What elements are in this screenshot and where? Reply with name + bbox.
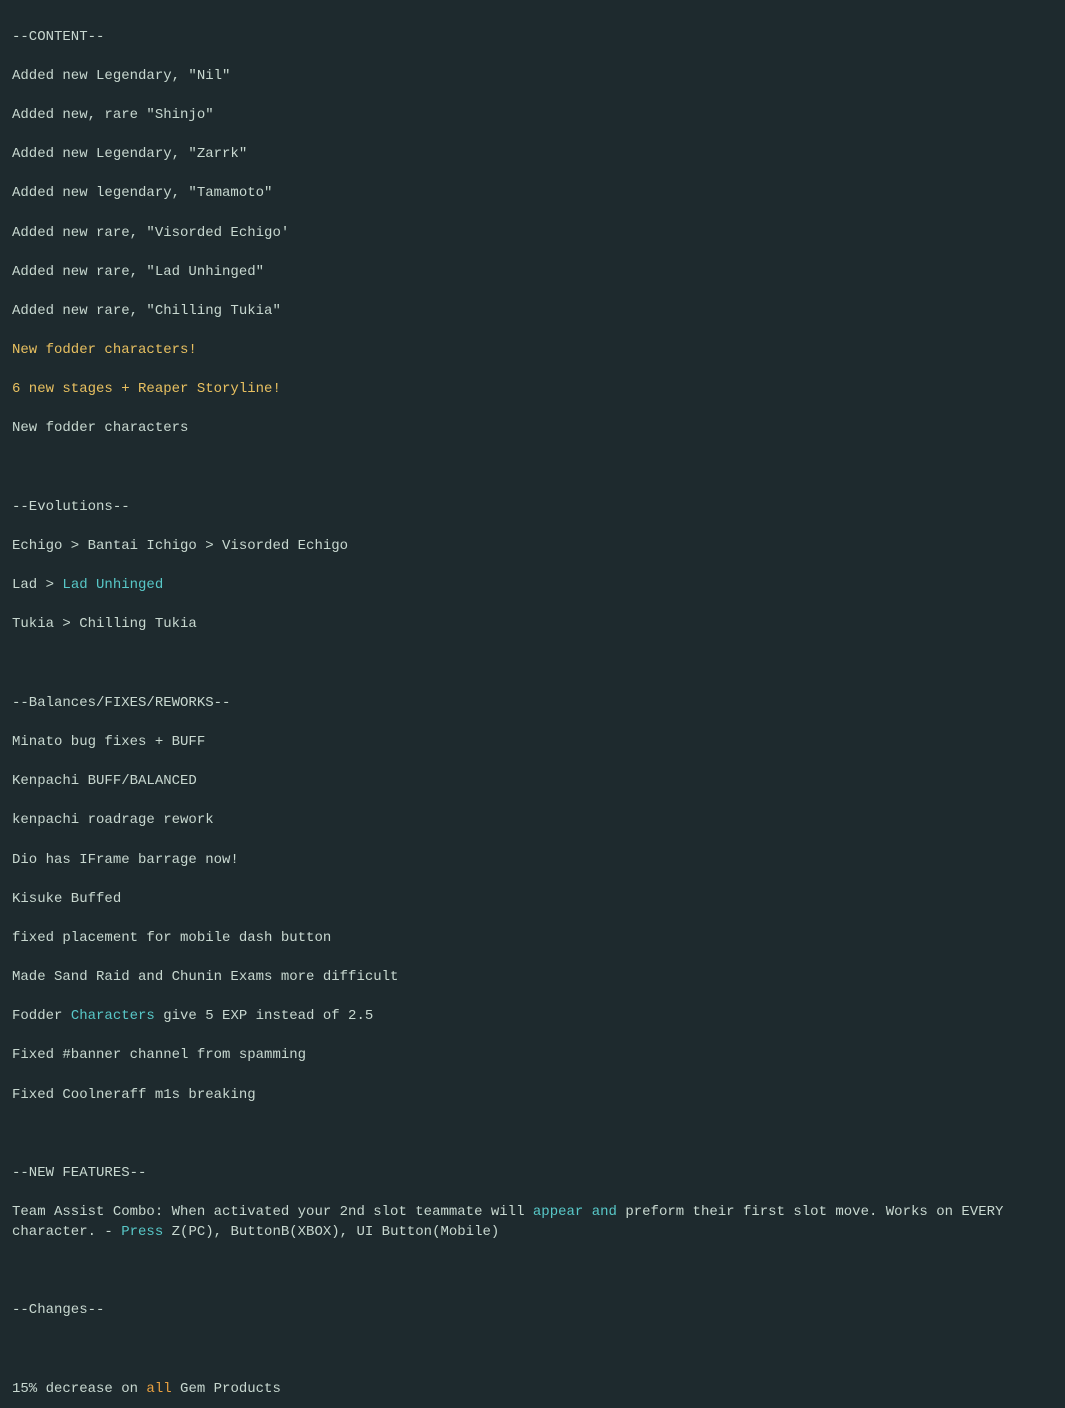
line-lad-evolution: Lad > Lad Unhinged <box>12 577 163 593</box>
line-gem-decrease: 15% decrease on all Gem Products <box>12 1381 281 1397</box>
line-sand-raid: Made Sand Raid and Chunin Exams more dif… <box>12 969 398 985</box>
line-dio: Dio has IFrame barrage now! <box>12 852 239 868</box>
line-kenpachi-buff: Kenpachi BUFF/BALANCED <box>12 773 197 789</box>
line-shinjo: Added new, rare "Shinjo" <box>12 107 214 123</box>
line-banner: Fixed #banner channel from spamming <box>12 1047 306 1063</box>
line-nil: Added new Legendary, "Nil" <box>12 68 230 84</box>
line-coolneraff: Fixed Coolneraff m1s breaking <box>12 1087 256 1103</box>
line-new-stages: 6 new stages + Reaper Storyline! <box>12 381 281 397</box>
line-tukia-evolution: Tukia > Chilling Tukia <box>12 616 197 632</box>
line-fodder-characters-2: New fodder characters <box>12 420 188 436</box>
line-kisuke: Kisuke Buffed <box>12 891 121 907</box>
section-content-header: --CONTENT-- <box>12 29 104 45</box>
changes-header: --Changes-- <box>12 1302 104 1318</box>
line-zarrk: Added new Legendary, "Zarrk" <box>12 146 247 162</box>
line-tamamoto: Added new legendary, "Tamamoto" <box>12 185 272 201</box>
line-fodder-exp: Fodder Characters give 5 EXP instead of … <box>12 1008 373 1024</box>
line-mobile-dash: fixed placement for mobile dash button <box>12 930 331 946</box>
line-echigo-evolution: Echigo > Bantai Ichigo > Visorded Echigo <box>12 538 348 554</box>
main-content-area: --CONTENT-- Added new Legendary, "Nil" A… <box>12 8 1053 1408</box>
line-lad-unhinged: Added new rare, "Lad Unhinged" <box>12 264 264 280</box>
balances-header: --Balances/FIXES/REWORKS-- <box>12 695 230 711</box>
line-kenpachi-rework: kenpachi roadrage rework <box>12 812 214 828</box>
line-chilling-tukia: Added new rare, "Chilling Tukia" <box>12 303 281 319</box>
line-team-assist: Team Assist Combo: When activated your 2… <box>12 1204 1012 1240</box>
line-fodder-characters: New fodder characters! <box>12 342 197 358</box>
new-features-header: --NEW FEATURES-- <box>12 1165 146 1181</box>
evolutions-header: --Evolutions-- <box>12 499 130 515</box>
line-minato: Minato bug fixes + BUFF <box>12 734 205 750</box>
line-visorded: Added new rare, "Visorded Echigo' <box>12 225 289 241</box>
